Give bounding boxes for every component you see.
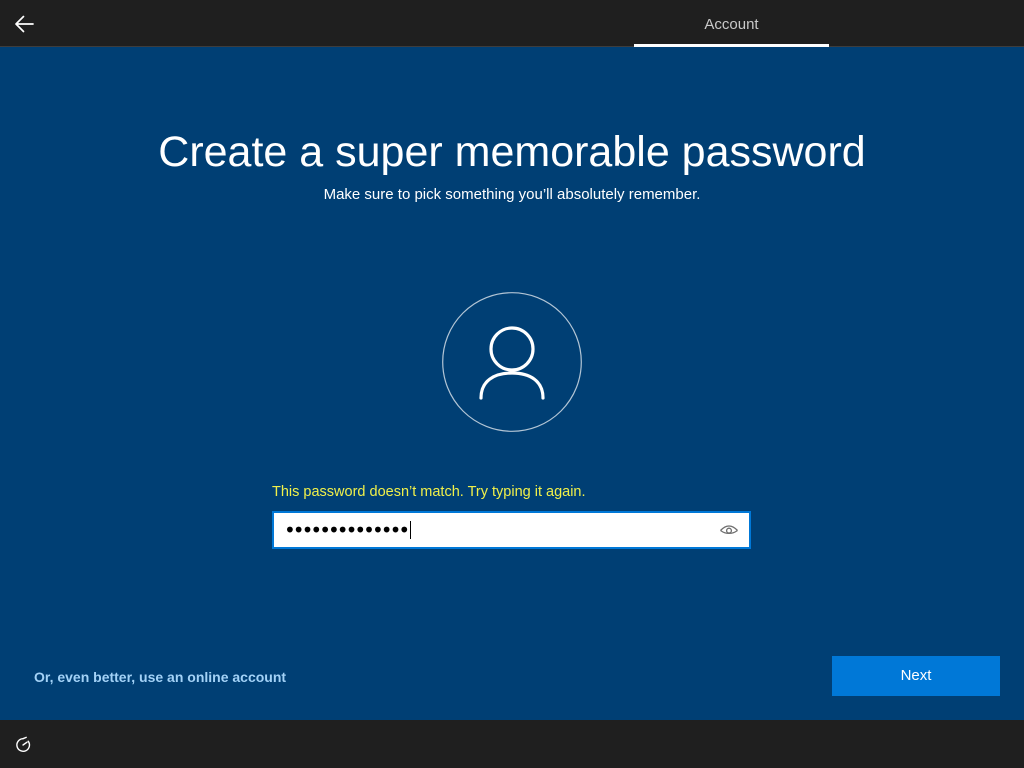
page-subtitle: Make sure to pick something you’ll absol… — [323, 186, 701, 203]
avatar — [442, 292, 582, 432]
online-account-link[interactable]: Or, even better, use an online account — [34, 667, 286, 687]
tab-account: Account — [704, 16, 759, 33]
error-message: This password doesn’t match. Try typing … — [272, 484, 586, 500]
reveal-password-button[interactable] — [718, 519, 740, 541]
user-icon — [442, 292, 582, 432]
password-masked-value: •••••••••••••• — [284, 518, 410, 542]
next-button[interactable]: Next — [832, 656, 1000, 696]
ease-of-access-button[interactable] — [11, 733, 35, 757]
password-input[interactable]: •••••••••••••• — [272, 511, 751, 549]
page-title: Create a super memorable password — [158, 128, 866, 176]
tab-active-indicator — [634, 44, 829, 47]
back-arrow-icon — [15, 15, 34, 33]
text-caret — [410, 521, 412, 539]
top-bar: Account — [0, 0, 1024, 47]
back-button[interactable] — [8, 8, 40, 40]
bottom-bar — [0, 720, 1024, 768]
ease-of-access-icon — [16, 736, 31, 752]
eye-icon — [720, 525, 738, 535]
